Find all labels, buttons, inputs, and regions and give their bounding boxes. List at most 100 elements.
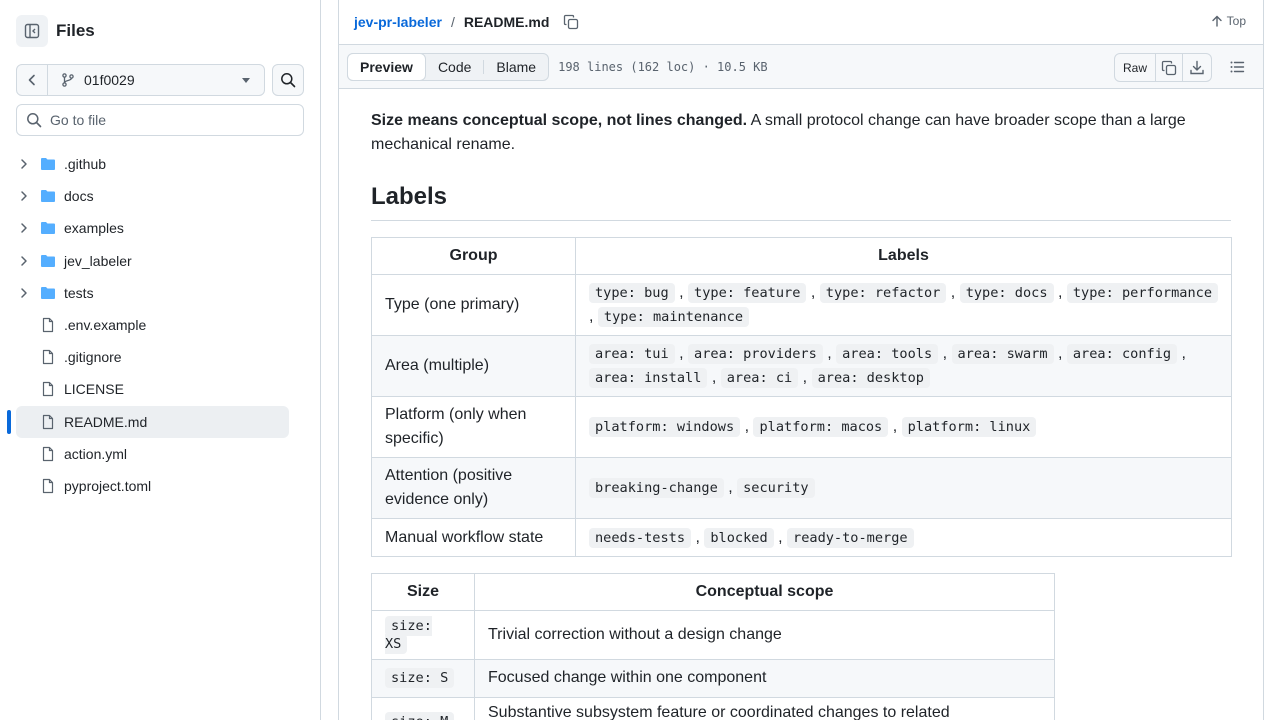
chevron-right-icon[interactable] [16,190,32,202]
label-code: type: bug [589,283,675,303]
label-code: type: docs [959,283,1054,303]
raw-actions: Raw [1114,53,1212,82]
labels-cell: breaking-change , security [575,457,1232,519]
label-code: blocked [704,527,774,548]
download-button[interactable] [1183,54,1211,81]
table-row: size: S Focused change within one compon… [371,659,1055,698]
chevron-right-icon[interactable] [16,222,32,234]
label-code: ready-to-merge [787,527,914,548]
tree-item-env-example[interactable]: .env.example [16,309,289,341]
branch-selector[interactable]: 01f0029 [48,65,264,95]
copy-path-button[interactable] [563,14,579,30]
search-button[interactable] [272,64,304,96]
intro-bold: Size means conceptual scope, not lines c… [371,112,748,129]
label-code: security [737,478,815,498]
file-view: jev-pr-labeler / README.md Top Preview C… [338,0,1264,720]
label-code: type: feature [688,283,807,303]
copy-icon [1161,60,1177,75]
table-row: Attention (positive evidence only) break… [371,457,1232,519]
tree-item-action-yml[interactable]: action.yml [16,438,289,470]
header-scope: Conceptual scope [474,573,1055,611]
header-labels: Labels [575,237,1232,275]
branch-group: 01f0029 [16,64,265,96]
tree-item-license[interactable]: LICENSE [16,373,289,405]
scope-cell: Trivial correction without a design chan… [474,610,1055,660]
tree-item-github[interactable]: .github [16,148,289,180]
branch-name: 01f0029 [84,72,135,88]
group-cell: Attention (positive evidence only) [371,457,576,519]
group-cell: Manual workflow state [371,518,576,557]
tree-item-jev-labeler[interactable]: jev_labeler [16,245,289,277]
tree-item-docs[interactable]: docs [16,180,289,212]
top-label: Top [1226,14,1246,28]
table-row: Type (one primary) type: bug , type: fea… [371,274,1232,336]
group-cell: Platform (only when specific) [371,396,576,458]
caret-down-icon [242,77,250,83]
file-tree: .github docs examples jev_labeler tests … [7,148,289,502]
table-row: size: M Substantive subsystem feature or… [371,696,1055,720]
tree-item-pyproject[interactable]: pyproject.toml [16,470,289,502]
labels-table: Group Labels Type (one primary) type: bu… [371,237,1232,557]
raw-button[interactable]: Raw [1115,54,1156,81]
label-code: area: desktop [811,368,930,388]
labels-cell: area: tui , area: providers , area: tool… [575,335,1232,397]
size-cell: size: M [371,696,475,720]
label-code: area: swarm [951,344,1054,364]
labels-table-header: Group Labels [371,237,1232,275]
breadcrumb-repo-link[interactable]: jev-pr-labeler [354,14,442,30]
sidebar-header: Files [16,15,95,47]
label-code: type: performance [1066,283,1219,303]
tree-item-label: .github [64,156,107,173]
tree-item-examples[interactable]: examples [16,212,289,244]
file-icon [42,446,54,461]
tree-item-label: action.yml [64,445,128,462]
group-cell: Type (one primary) [371,274,576,336]
label-code: area: tools [836,344,939,364]
sidebar-collapse-icon [24,23,40,39]
search-icon [281,73,296,88]
back-button[interactable] [17,65,48,95]
size-cell: size: S [371,659,475,698]
active-indicator [7,409,11,434]
copy-raw-button[interactable] [1156,54,1183,81]
branch-row: 01f0029 [16,64,304,96]
labels-cell: type: bug , type: feature , type: refact… [575,274,1232,336]
header-size: Size [371,573,475,611]
folder-icon [41,286,55,299]
label-code: area: providers [688,344,823,364]
git-branch-icon [62,73,74,87]
label-code: area: config [1066,344,1178,364]
tree-item-label: README.md [64,413,148,430]
outline-button[interactable] [1229,59,1245,78]
tab-preview[interactable]: Preview [347,52,426,81]
go-to-file-input[interactable] [50,112,290,128]
chevron-right-icon[interactable] [16,158,32,170]
go-to-file-field[interactable] [16,104,304,136]
collapse-sidebar-button[interactable] [16,15,48,47]
file-icon [42,350,54,365]
chevron-right-icon[interactable] [16,287,32,299]
tree-item-label: examples [64,220,124,237]
chevron-right-icon[interactable] [16,255,32,267]
tree-item-label: docs [64,188,94,205]
tab-blame[interactable]: Blame [484,54,548,80]
label-code: type: maintenance [597,307,750,327]
markdown-body: Size means conceptual scope, not lines c… [339,89,1263,720]
tree-item-readme[interactable]: README.md [7,405,289,438]
label-code: area: install [589,368,708,388]
file-icon [42,478,54,493]
tree-item-label: jev_labeler [64,252,132,269]
label-code: type: refactor [819,283,947,303]
folder-icon [41,222,55,235]
tree-item-gitignore[interactable]: .gitignore [16,341,289,373]
tree-item-tests[interactable]: tests [16,277,289,309]
tab-code[interactable]: Code [426,54,483,80]
table-row: Area (multiple) area: tui , area: provid… [371,335,1232,397]
sidebar-title: Files [56,21,95,40]
back-to-top-button[interactable]: Top [1211,14,1246,28]
breadcrumb-separator: / [450,14,455,30]
arrow-up-icon [1211,15,1222,27]
file-icon [42,317,54,333]
tree-item-label: tests [64,284,94,301]
breadcrumb-bar: jev-pr-labeler / README.md Top [339,0,1263,45]
